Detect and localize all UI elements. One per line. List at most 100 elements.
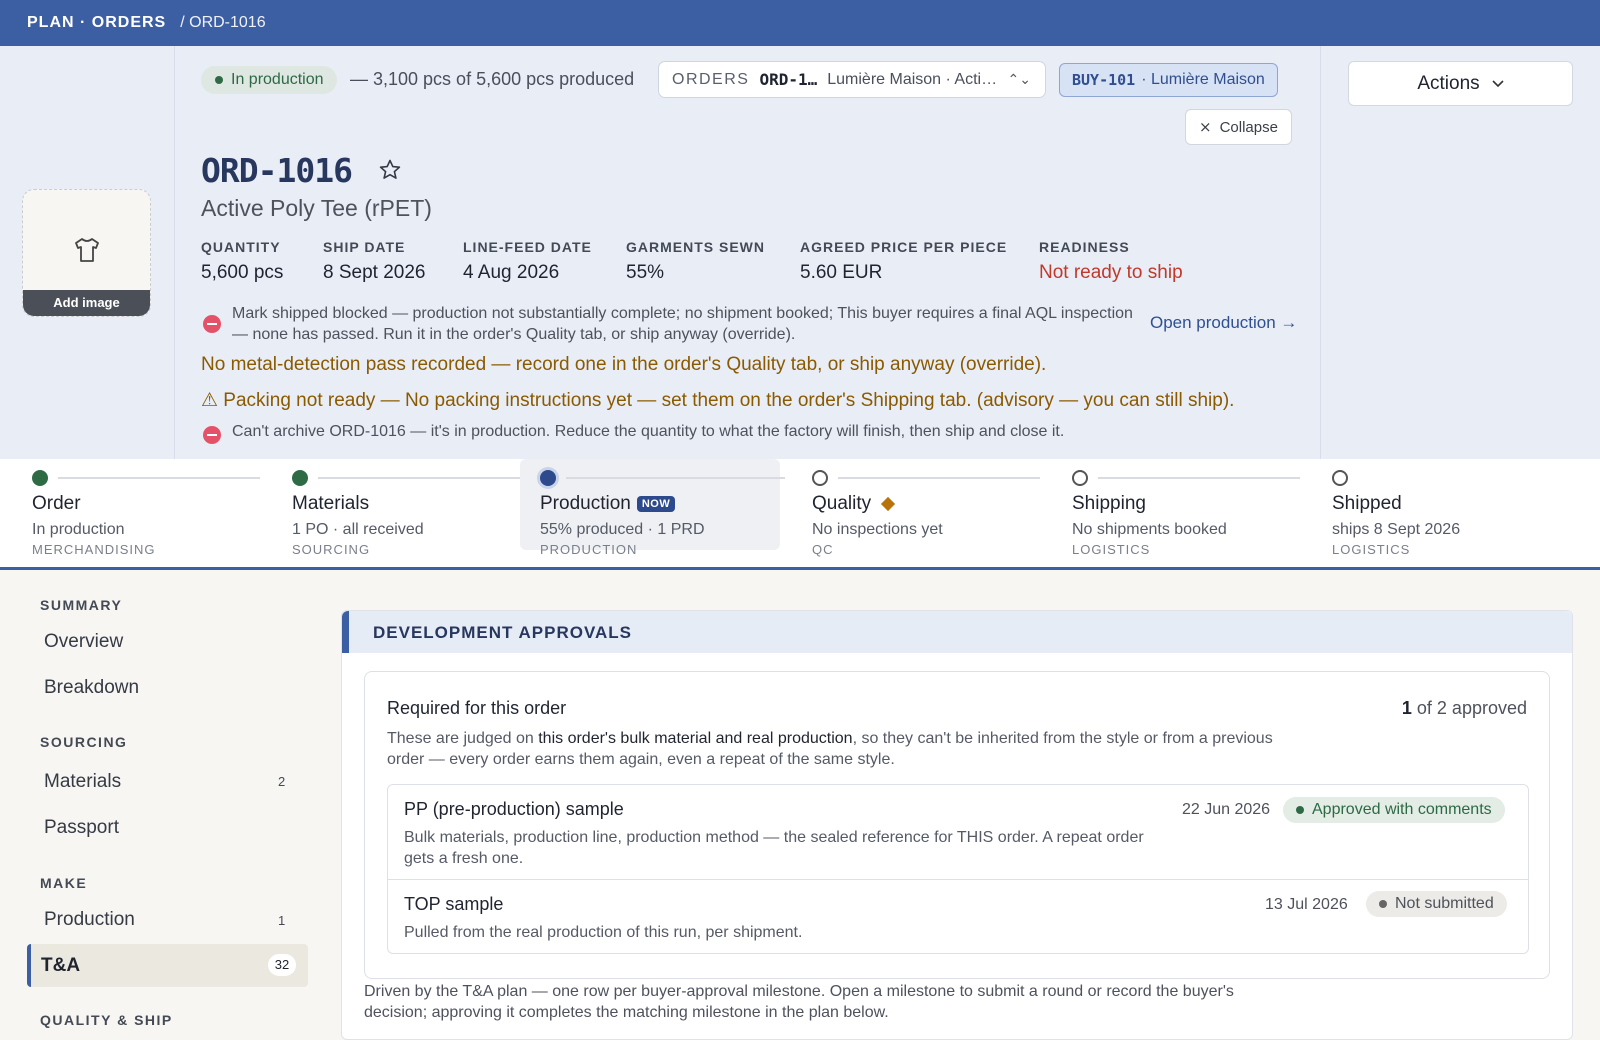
order-switcher[interactable]: ORDERS ORD-1… Lumière Maison · Acti… ⌃⌄	[658, 61, 1046, 98]
star-icon[interactable]	[378, 158, 402, 182]
intro-a: These are judged on	[387, 730, 534, 747]
product-image-placeholder[interactable]: Add image	[22, 189, 151, 317]
metric-value: 4 Aug 2026	[463, 262, 560, 283]
step-done-icon	[292, 470, 308, 486]
chevron-updown-icon: ⌃⌄	[1007, 71, 1031, 87]
step-desc: In production	[32, 521, 125, 538]
step-connector	[58, 477, 260, 479]
nav-item-materials[interactable]: Materials	[44, 771, 121, 793]
step-name-text: Quality	[812, 493, 872, 514]
nav-section-make: MAKE	[40, 875, 88, 891]
metric-value: 5,600 pcs	[201, 262, 284, 283]
step-team: QC	[812, 542, 834, 557]
approved-count-number: 1	[1401, 698, 1412, 718]
approval-desc: Pulled from the real production of this …	[404, 924, 803, 941]
nav-item-breadcrumb[interactable]: Breakdown	[44, 677, 139, 699]
open-production-link[interactable]: Open production →	[1150, 313, 1297, 333]
collapse-button[interactable]: ⨯ Collapse	[1185, 109, 1292, 145]
order-switcher-buyer: Lumière Maison · Acti…	[827, 70, 998, 88]
step-connector	[838, 477, 1040, 479]
metric-quantity: QUANTITY 5,600 pcs	[201, 239, 323, 284]
now-badge: NOW	[636, 496, 676, 512]
step-name: Materials	[292, 493, 370, 514]
chevron-down-icon	[1492, 79, 1504, 87]
archive-blocked-message: Can't archive ORD-1016 — it's in product…	[232, 423, 1065, 440]
step-team: SOURCING	[292, 542, 371, 557]
nav-item-tna[interactable]: T&A 32	[27, 944, 308, 987]
step-connector	[318, 477, 520, 479]
diamond-icon	[881, 496, 896, 512]
approval-date: 13 Jul 2026	[1265, 896, 1348, 913]
step-quality[interactable]: Quality No inspections yet QC	[780, 459, 1040, 570]
step-materials[interactable]: Materials 1 PO · all received SOURCING	[260, 459, 520, 570]
metric-label: LINE-FEED DATE	[463, 239, 592, 255]
collapse-label: Collapse	[1219, 118, 1278, 136]
step-shipping[interactable]: Shipping No shipments booked LOGISTICS	[1040, 459, 1300, 570]
nav-item-tna-label: T&A	[41, 955, 81, 976]
panel-footer-note: Driven by the T&A plan — one row per buy…	[364, 983, 1234, 1021]
production-count: 1	[278, 913, 286, 928]
card-intro: These are judged on this order's bulk ma…	[387, 728, 1287, 770]
step-done-icon	[32, 470, 48, 486]
metric-label: SHIP DATE	[323, 239, 406, 255]
blocked-icon	[203, 426, 221, 444]
product-name: Active Poly Tee (rPET)	[201, 195, 432, 221]
top-bar: PLAN · ORDERS / ORD-1016	[0, 0, 1600, 46]
nav-section-sourcing: SOURCING	[40, 734, 128, 750]
step-desc: ships 8 Sept 2026	[1332, 521, 1461, 538]
status-dot-icon	[1296, 806, 1304, 814]
approval-date: 22 Jun 2026	[1182, 801, 1271, 818]
approval-row-pp-sample[interactable]: PP (pre-production) sample Bulk material…	[388, 785, 1528, 880]
step-order[interactable]: Order In production MERCHANDISING	[0, 459, 260, 570]
step-name: Shipped	[1332, 493, 1402, 514]
status-badge: Not submitted	[1366, 891, 1507, 917]
nav-item-overview[interactable]: Overview	[44, 631, 123, 653]
metric-garments-sewn: GARMENTS SEWN 55%	[626, 239, 800, 284]
status-dot-icon	[1379, 900, 1387, 908]
development-approvals-panel: DEVELOPMENT APPROVALS Required for this …	[341, 610, 1573, 1040]
metric-value: 8 Sept 2026	[323, 262, 426, 283]
step-team: PRODUCTION	[540, 542, 638, 557]
status-label: Not submitted	[1395, 895, 1494, 912]
ship-blocked-message: Mark shipped blocked — production not su…	[232, 305, 1133, 343]
step-team: LOGISTICS	[1072, 542, 1151, 557]
step-pending-icon	[1072, 470, 1088, 486]
approval-row-top-sample[interactable]: TOP sample Pulled from the real producti…	[388, 880, 1528, 954]
approval-list: PP (pre-production) sample Bulk material…	[387, 784, 1529, 954]
step-production[interactable]: Production NOW 55% produced · 1 PRD PRODU…	[520, 459, 785, 557]
nav-section-quality-ship: QUALITY & SHIP	[40, 1012, 173, 1028]
packing-warning: ⚠ Packing not ready — No packing instruc…	[201, 390, 1235, 411]
status-badge: Approved with comments	[1283, 797, 1505, 823]
status-label: Approved with comments	[1312, 801, 1492, 818]
approval-title: PP (pre-production) sample	[404, 799, 624, 819]
metric-value: 5.60 EUR	[800, 262, 883, 283]
step-team: LOGISTICS	[1332, 542, 1411, 557]
status-badge-label: In production	[231, 71, 324, 88]
metric-label: READINESS	[1039, 239, 1130, 255]
panel-title: DEVELOPMENT APPROVALS	[373, 623, 633, 642]
order-switcher-code: ORD-1…	[759, 70, 818, 89]
buyer-name: · Lumière Maison	[1141, 71, 1265, 88]
nav-section-summary: SUMMARY	[40, 597, 123, 613]
order-metrics: QUANTITY 5,600 pcs SHIP DATE 8 Sept 2026 L…	[201, 239, 1219, 284]
metric-label: QUANTITY	[201, 239, 281, 255]
buyer-code: BUY-101	[1072, 71, 1136, 89]
metal-detection-warning: No metal-detection pass recorded — recor…	[201, 354, 1047, 375]
step-shipped[interactable]: Shipped ships 8 Sept 2026 LOGISTICS	[1300, 459, 1555, 570]
approved-count-label: of 2 approved	[1416, 698, 1527, 718]
status-badge: In production	[201, 66, 337, 94]
metric-agreed-price: AGREED PRICE PER PIECE 5.60 EUR	[800, 239, 1039, 284]
collapse-icon: ⨯	[1199, 119, 1212, 136]
step-name: Shipping	[1072, 493, 1146, 514]
nav-item-passport[interactable]: Passport	[44, 817, 119, 839]
buyer-link[interactable]: BUY-101 · Lumière Maison	[1059, 63, 1278, 97]
metric-line-feed-date: LINE-FEED DATE 4 Aug 2026	[463, 239, 626, 284]
actions-button[interactable]: Actions	[1348, 61, 1573, 106]
step-pending-icon	[812, 470, 828, 486]
breadcrumb-plan-orders[interactable]: PLAN · ORDERS	[27, 14, 166, 32]
add-image-button[interactable]: Add image	[23, 290, 150, 316]
breadcrumb-order[interactable]: / ORD-1016	[180, 14, 265, 32]
approved-count: 1 of 2 approved	[1402, 698, 1527, 719]
order-switcher-label: ORDERS	[672, 70, 750, 88]
nav-item-production[interactable]: Production	[44, 909, 135, 931]
